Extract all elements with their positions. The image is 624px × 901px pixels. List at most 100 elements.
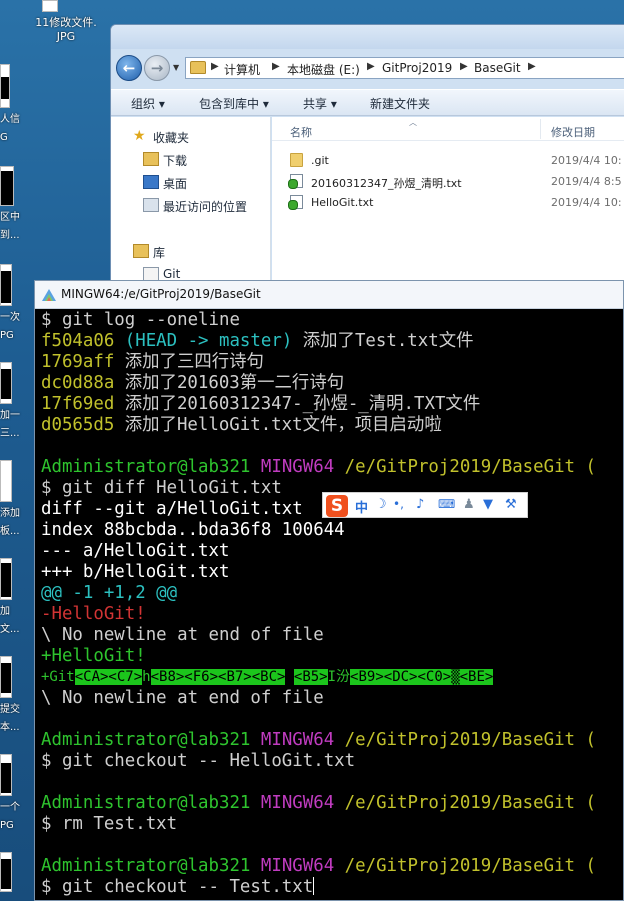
desktop-icon-thumbnail[interactable] — [0, 166, 14, 206]
git-library-icon — [143, 267, 159, 281]
new-folder-button[interactable]: 新建文件夹 — [370, 95, 430, 112]
nav-label: 桌面 — [163, 177, 188, 191]
diff-added: +HelloGit! — [41, 646, 146, 667]
breadcrumb-drive[interactable]: 本地磁盘 (E:) — [287, 61, 360, 78]
nav-item-desktop[interactable]: 桌面 — [111, 173, 271, 193]
column-header-name[interactable]: 名称 — [290, 124, 312, 140]
ime-toolbar[interactable]: S 中 ☽ •, ♪ ⌨ ♟ ▼ ⚒ — [322, 492, 528, 518]
diff-hunk: @@ -1 +1,2 @@ — [41, 583, 177, 604]
prompt-line: Administrator@lab321 MINGW64 /e/GitProj2… — [41, 730, 596, 751]
commit-ref: (HEAD -> master) — [114, 331, 293, 351]
commit-hash: dc0d88a — [41, 373, 115, 393]
settings-wrench-icon[interactable]: ⚒ — [505, 497, 517, 512]
added-mid — [285, 669, 293, 685]
ime-fullwidth-moon-icon[interactable]: ☽ — [375, 497, 387, 512]
desktop-icon-label[interactable]: 文... — [0, 624, 30, 636]
desktop-icon-thumbnail[interactable] — [0, 852, 12, 892]
prompt-user: Administrator@lab321 — [41, 793, 251, 813]
diff-added-garbled: +Git<CA><C7>h<B8><F6><B7><BC> <B5>I汾<B9>… — [41, 667, 494, 688]
desktop-icon-label[interactable]: 人信 — [0, 114, 30, 126]
arrow-left-icon: ← — [122, 59, 136, 77]
desktop-icon-thumbnail[interactable] — [0, 460, 12, 502]
desktop-icon-label[interactable]: 本... — [0, 722, 30, 734]
desktop-icon-label[interactable]: 加 — [0, 606, 30, 618]
diff-a: --- a/HelloGit.txt — [41, 541, 229, 562]
nav-item-favorites[interactable]: ★ 收藏夹 — [111, 127, 271, 147]
address-bar[interactable]: ▶ 计算机 ▶ 本地磁盘 (E:) ▶ GitProj2019 ▶ BaseGi… — [185, 57, 624, 79]
user-icon[interactable]: ♟ — [463, 497, 475, 512]
nav-item-library[interactable]: 库 — [111, 242, 271, 262]
nav-item-recent[interactable]: 最近访问的位置 — [111, 196, 271, 216]
desktop-icon-label[interactable]: 加一 — [0, 410, 30, 422]
library-icon — [133, 244, 149, 258]
desktop-file-thumbnail[interactable] — [42, 0, 58, 12]
terminal-line: $ rm Test.txt — [41, 814, 177, 835]
column-divider[interactable] — [540, 119, 541, 139]
desktop-icon-label[interactable]: 三... — [0, 428, 30, 440]
desktop-icon-label[interactable]: G — [0, 132, 30, 144]
desktop-icon-thumbnail[interactable] — [0, 754, 12, 796]
desktop-icon-label[interactable]: PG — [0, 820, 30, 832]
desktop-icon-thumbnail[interactable] — [0, 656, 12, 698]
commit-message: 添加了201603第一二行诗句 — [114, 373, 345, 393]
file-date: 2019/4/4 10: — [551, 154, 622, 167]
log-line: d0565d5 添加了HelloGit.txt文件，项目启动啦 — [41, 415, 442, 436]
garbled-bytes: <CA><C7> — [74, 669, 143, 685]
desktop-file-label[interactable]: 11修改文件. JPG — [30, 16, 102, 44]
file-row[interactable]: 20160312347_孙煜_清明.txt 2019/4/4 8:5 — [272, 171, 624, 191]
desktop-icon-label[interactable]: PG — [0, 330, 30, 342]
desktop-icon-thumbnail[interactable] — [0, 64, 10, 108]
ime-logo-icon[interactable]: S — [326, 495, 348, 517]
diff-index-text: index 88bcbda..bda36f8 100644 — [41, 520, 345, 540]
breadcrumb-separator-icon[interactable]: ▶ — [272, 61, 280, 72]
terminal-output[interactable]: $ git log --oneline f504a06 (HEAD -> mas… — [41, 310, 623, 900]
breadcrumb-gitproj[interactable]: GitProj2019 — [382, 61, 452, 75]
text-cursor — [313, 877, 315, 895]
share-button[interactable]: 共享 ▾ — [303, 95, 337, 112]
recent-pages-dropdown[interactable]: ▼ — [173, 63, 179, 72]
file-row[interactable]: HelloGit.txt 2019/4/4 10: — [272, 192, 624, 212]
keyboard-icon[interactable]: ⌨ — [438, 497, 455, 511]
file-date: 2019/4/4 8:5 — [551, 175, 622, 188]
breadcrumb-separator-icon[interactable]: ▶ — [528, 61, 536, 72]
ime-mode-toggle[interactable]: 中 — [355, 497, 368, 516]
skin-shirt-icon[interactable]: ▼ — [483, 497, 493, 512]
breadcrumb-separator-icon[interactable]: ▶ — [367, 61, 375, 72]
nav-item-downloads[interactable]: 下载 — [111, 150, 271, 170]
terminal-input-line[interactable]: $ git checkout -- Test.txt — [41, 877, 315, 898]
desktop-icon-label[interactable]: 一次 — [0, 312, 30, 324]
organize-button[interactable]: 组织 ▾ — [131, 95, 165, 112]
microphone-icon[interactable]: ♪ — [416, 497, 424, 512]
diff-header-text: diff --git a/HelloGit.txt — [41, 499, 303, 519]
breadcrumb-computer[interactable]: 计算机 — [224, 61, 260, 78]
breadcrumb-separator-icon[interactable]: ▶ — [211, 61, 219, 72]
column-header-modified[interactable]: 修改日期 — [551, 124, 595, 140]
desktop-icon-thumbnail[interactable] — [0, 558, 12, 600]
terminal-title-bar[interactable]: MINGW64:/e/GitProj2019/BaseGit — [35, 281, 623, 309]
desktop-icon-label[interactable]: 区中 — [0, 212, 30, 224]
include-in-library-button[interactable]: 包含到库中 ▾ — [199, 95, 269, 112]
desktop-icon-label[interactable]: 提交 — [0, 704, 30, 716]
desktop-icon-label[interactable]: 添加 — [0, 508, 30, 520]
prompt-user: Administrator@lab321 — [41, 856, 251, 876]
desktop-icon — [143, 175, 159, 189]
prompt-tail: ( — [575, 793, 596, 813]
hunk-text: @@ -1 +1,2 @@ — [41, 583, 178, 603]
sort-ascending-icon: ︿ — [409, 118, 417, 127]
command-text: $ git checkout -- Test.txt — [41, 877, 314, 897]
prompt-path: /e/GitProj2019/BaseGit — [344, 793, 576, 813]
desktop-icon-label[interactable]: 到... — [0, 230, 30, 242]
breadcrumb-separator-icon[interactable]: ▶ — [460, 61, 468, 72]
file-row[interactable]: .git 2019/4/4 10: — [272, 150, 624, 170]
forward-button[interactable]: → — [144, 55, 170, 81]
star-icon: ★ — [133, 128, 146, 144]
desktop-icon-thumbnail[interactable] — [0, 362, 12, 404]
explorer-title-bar[interactable] — [111, 25, 624, 49]
desktop-icon-label[interactable]: 板... — [0, 526, 30, 538]
desktop-icon-label[interactable]: 一个 — [0, 802, 30, 814]
ime-punctuation-toggle[interactable]: •, — [393, 497, 404, 511]
garbled-bytes: <B8><F6><B7><BC> — [150, 669, 286, 685]
breadcrumb-basegit[interactable]: BaseGit — [474, 61, 521, 75]
back-button[interactable]: ← — [116, 55, 142, 81]
desktop-icon-thumbnail[interactable] — [0, 264, 12, 306]
